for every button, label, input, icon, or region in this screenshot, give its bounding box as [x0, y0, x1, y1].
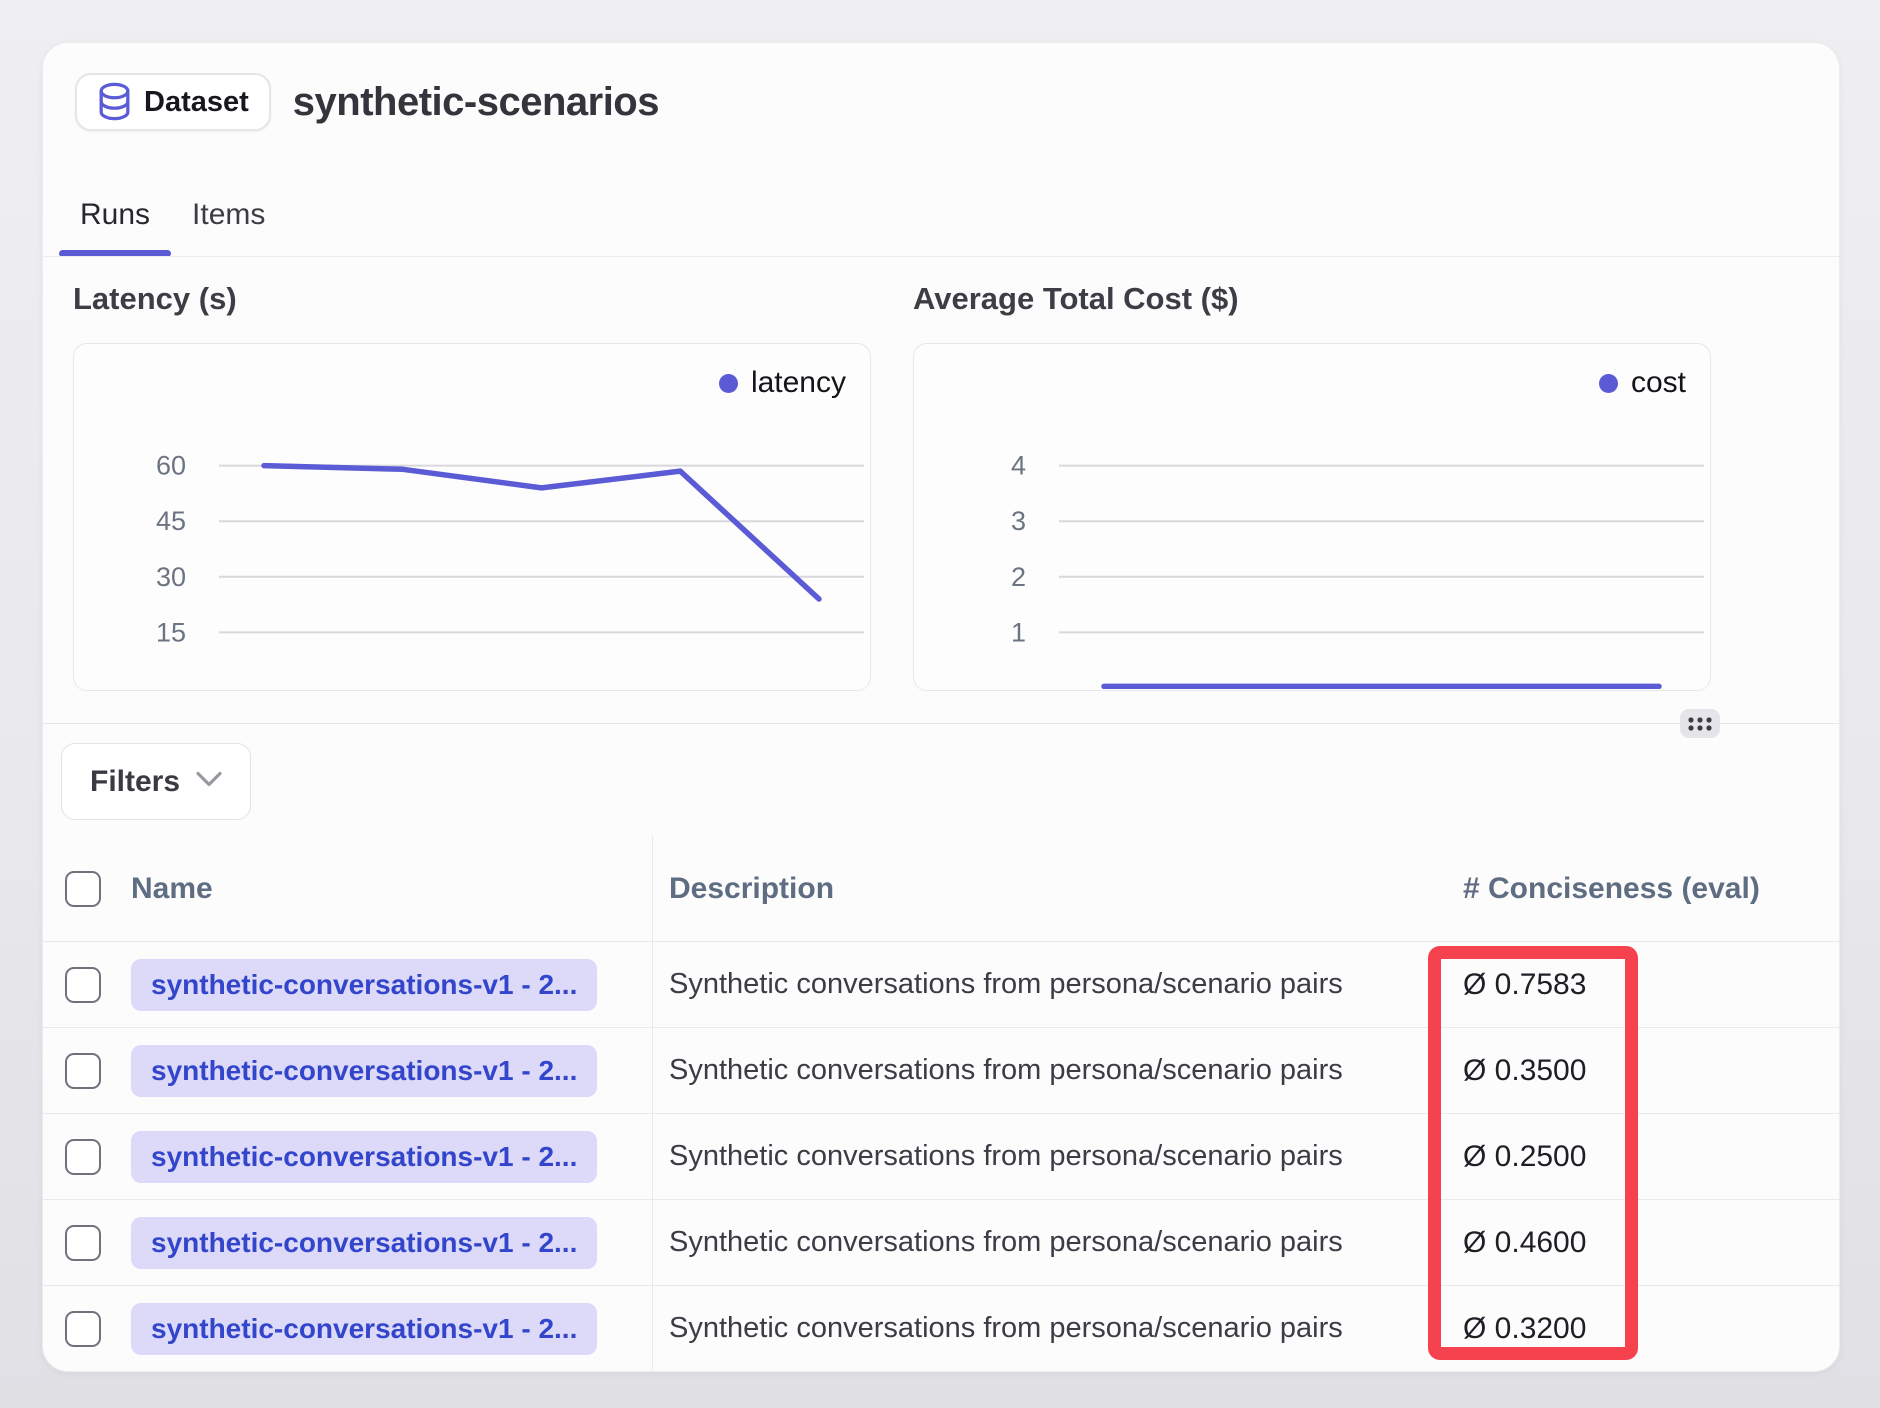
filters-button[interactable]: Filters: [61, 743, 251, 820]
page-title: synthetic-scenarios: [293, 80, 659, 125]
select-all-checkbox[interactable]: [65, 871, 101, 907]
cost-chart-title: Average Total Cost ($): [913, 281, 1239, 317]
run-description: Synthetic conversations from persona/sce…: [669, 1312, 1343, 1345]
run-description: Synthetic conversations from persona/sce…: [669, 1140, 1343, 1173]
filters-button-label: Filters: [90, 765, 180, 799]
table-row[interactable]: synthetic-conversations-v1 - 2... Synthe…: [43, 1113, 1840, 1199]
run-description: Synthetic conversations from persona/sce…: [669, 1226, 1343, 1259]
table-header-row: Name Description # Conciseness (eval): [43, 836, 1840, 941]
cost-legend-dot: [1599, 374, 1618, 393]
latency-chart-title: Latency (s): [73, 281, 237, 317]
run-name-link[interactable]: synthetic-conversations-v1 - 2...: [131, 959, 597, 1011]
svg-text:45: 45: [156, 506, 186, 536]
conciseness-value: Ø 0.3500: [1463, 1054, 1586, 1088]
latency-legend: latency: [719, 366, 846, 400]
row-checkbox[interactable]: [65, 1225, 101, 1261]
latency-legend-dot: [719, 374, 738, 393]
conciseness-value: Ø 0.2500: [1463, 1140, 1586, 1174]
table-row[interactable]: synthetic-conversations-v1 - 2... Synthe…: [43, 1027, 1840, 1113]
dataset-badge-label: Dataset: [144, 86, 249, 119]
run-name-link[interactable]: synthetic-conversations-v1 - 2...: [131, 1303, 597, 1355]
dataset-badge: Dataset: [75, 73, 271, 131]
svg-text:60: 60: [156, 451, 186, 481]
runs-table: Name Description # Conciseness (eval) sy…: [43, 836, 1840, 1371]
resize-grip-icon[interactable]: [1680, 709, 1720, 738]
svg-text:4: 4: [1011, 451, 1026, 481]
column-header-name: Name: [131, 872, 213, 906]
tab-bar: Runs Items: [59, 173, 286, 257]
svg-text:15: 15: [156, 617, 186, 647]
latency-chart: 15 30 45 60 latency: [73, 343, 871, 691]
latency-legend-label: latency: [751, 366, 846, 400]
conciseness-value: Ø 0.3200: [1463, 1312, 1586, 1346]
svg-text:3: 3: [1011, 506, 1026, 536]
section-divider: [43, 723, 1839, 724]
page-header: Dataset synthetic-scenarios: [75, 73, 659, 131]
svg-text:2: 2: [1011, 562, 1026, 592]
conciseness-value: Ø 0.7583: [1463, 968, 1586, 1002]
run-description: Synthetic conversations from persona/sce…: [669, 1054, 1343, 1087]
row-checkbox[interactable]: [65, 1053, 101, 1089]
run-description: Synthetic conversations from persona/sce…: [669, 968, 1343, 1001]
tab-items[interactable]: Items: [171, 173, 286, 257]
run-name-link[interactable]: synthetic-conversations-v1 - 2...: [131, 1217, 597, 1269]
cost-legend-label: cost: [1631, 366, 1686, 400]
conciseness-value: Ø 0.4600: [1463, 1226, 1586, 1260]
tab-bar-divider: [43, 256, 1839, 257]
database-icon: [97, 82, 132, 122]
svg-text:30: 30: [156, 562, 186, 592]
cost-chart-plot: 1 2 3 4: [914, 344, 1709, 689]
cost-legend: cost: [1599, 366, 1686, 400]
svg-text:1: 1: [1011, 617, 1026, 647]
row-checkbox[interactable]: [65, 1311, 101, 1347]
run-name-link[interactable]: synthetic-conversations-v1 - 2...: [131, 1045, 597, 1097]
chevron-down-icon: [196, 771, 222, 792]
run-name-link[interactable]: synthetic-conversations-v1 - 2...: [131, 1131, 597, 1183]
cost-chart: 1 2 3 4 cost: [913, 343, 1711, 691]
tab-runs[interactable]: Runs: [59, 173, 171, 257]
column-header-conciseness: # Conciseness (eval): [1463, 872, 1760, 906]
row-checkbox[interactable]: [65, 1139, 101, 1175]
table-row[interactable]: synthetic-conversations-v1 - 2... Synthe…: [43, 1199, 1840, 1285]
dataset-page-card: Dataset synthetic-scenarios Runs Items L…: [42, 42, 1840, 1372]
table-row[interactable]: synthetic-conversations-v1 - 2... Synthe…: [43, 941, 1840, 1027]
column-header-description: Description: [669, 872, 834, 906]
table-row[interactable]: synthetic-conversations-v1 - 2... Synthe…: [43, 1285, 1840, 1371]
row-checkbox[interactable]: [65, 967, 101, 1003]
